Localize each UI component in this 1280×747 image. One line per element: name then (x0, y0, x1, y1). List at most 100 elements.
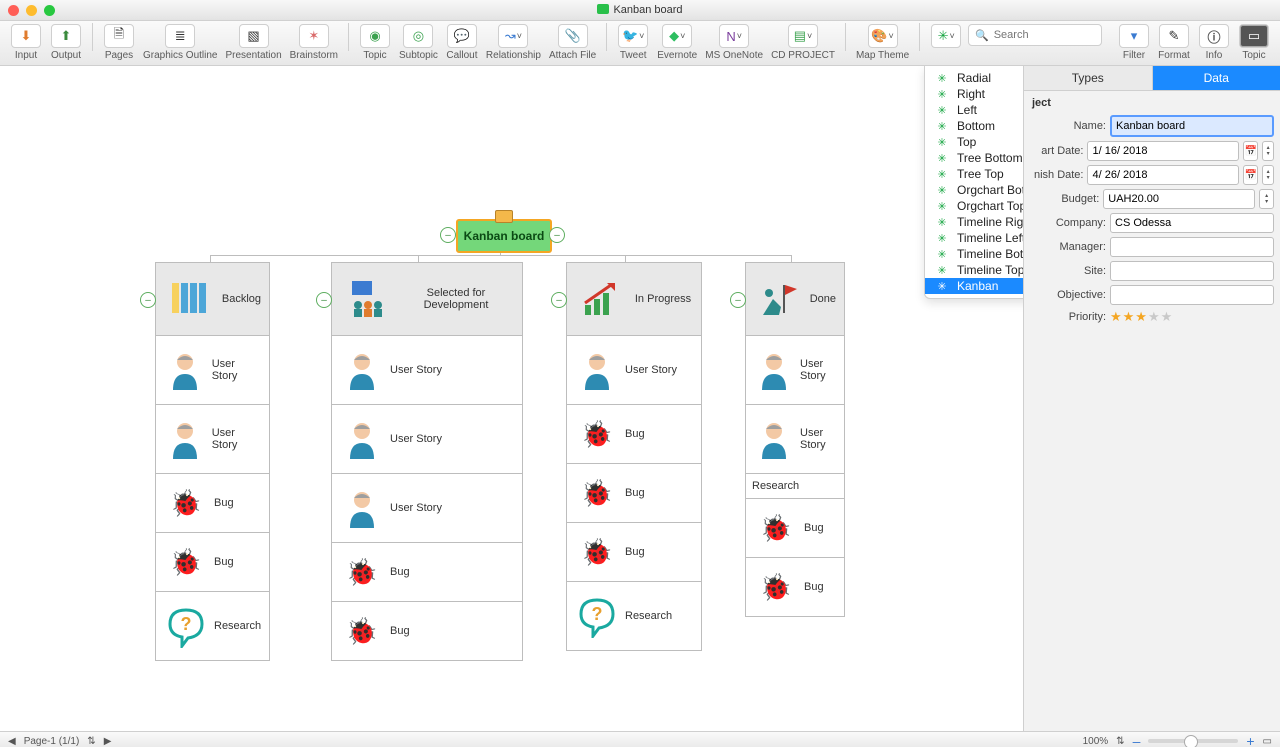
tab-types[interactable]: Types (1024, 66, 1153, 90)
collapse-handle-right[interactable]: – (549, 227, 565, 243)
layout-menu-item[interactable]: ✳Bottom (925, 118, 1023, 134)
subtopic-button[interactable]: ◎Subtopic (395, 21, 442, 61)
objective-input[interactable] (1110, 285, 1274, 305)
topic-button[interactable]: ◉Topic (355, 21, 395, 61)
finish-date-input[interactable] (1087, 165, 1239, 185)
callout-button[interactable]: 💬Callout (442, 21, 482, 61)
column-header[interactable]: In Progress (566, 262, 702, 336)
filter-button[interactable]: ▾Filter (1114, 21, 1154, 61)
prev-page-button[interactable]: ◀ (8, 736, 16, 747)
topic-panel-button[interactable]: ▭Topic (1234, 21, 1274, 61)
column-backlog[interactable]: BacklogUser StoryUser Story🐞Bug🐞Bug?Rese… (155, 262, 270, 661)
collapse-backlog[interactable]: – (140, 292, 156, 308)
card[interactable]: 🐞Bug (155, 474, 270, 533)
finish-date-spinner[interactable] (1262, 165, 1274, 185)
zoom-stepper[interactable]: ⇅ (1116, 736, 1124, 747)
pages-button[interactable]: 🗎Pages (99, 21, 139, 61)
layout-menu-item[interactable]: ✳Timeline Top (925, 262, 1023, 278)
layout-menu-item[interactable]: ✳Timeline Bottom (925, 246, 1023, 262)
column-done[interactable]: DoneUser StoryUser StoryResearch🐞Bug🐞Bug (745, 262, 845, 617)
tweet-button[interactable]: 🐦˅Tweet (613, 21, 653, 61)
layout-menu-item[interactable]: ✳Orgchart Top (925, 198, 1023, 214)
layout-menu-item[interactable]: ✳Timeline Right (925, 214, 1023, 230)
relationship-button[interactable]: ↝˅Relationship (482, 21, 545, 61)
card[interactable]: ?Research (155, 592, 270, 661)
layout-menu-item[interactable]: ✳Kanban (925, 278, 1023, 294)
zoom-slider[interactable] (1148, 739, 1238, 743)
layout-menu-item[interactable]: ✳Tree Bottom (925, 150, 1023, 166)
card[interactable]: 🐞Bug (331, 543, 523, 602)
cd-project-button[interactable]: ▤˅CD PROJECT (767, 21, 839, 61)
map-theme-button[interactable]: 🎨˅Map Theme (852, 21, 913, 61)
card[interactable]: 🐞Bug (745, 499, 845, 558)
fit-button[interactable]: ▭ (1263, 736, 1272, 747)
finish-date-calendar-button[interactable]: 📅 (1243, 165, 1258, 185)
budget-input[interactable] (1103, 189, 1255, 209)
evernote-button[interactable]: ◆˅Evernote (653, 21, 701, 61)
card[interactable]: User Story (331, 336, 523, 405)
window-close-button[interactable] (8, 5, 19, 16)
card[interactable]: User Story (745, 405, 845, 474)
card[interactable]: ?Research (566, 582, 702, 651)
tab-data[interactable]: Data (1153, 66, 1280, 90)
window-zoom-button[interactable] (44, 5, 55, 16)
layout-menu-item[interactable]: ✳Tree Top (925, 166, 1023, 182)
card[interactable]: 🐞Bug (331, 602, 523, 661)
column-inprogress[interactable]: In ProgressUser Story🐞Bug🐞Bug🐞Bug?Resear… (566, 262, 702, 651)
company-input[interactable] (1110, 213, 1274, 233)
attach-file-button[interactable]: 📎Attach File (545, 21, 600, 61)
presentation-button[interactable]: ▧Presentation (221, 21, 285, 61)
start-date-calendar-button[interactable]: 📅 (1243, 141, 1258, 161)
start-date-input[interactable] (1087, 141, 1239, 161)
start-date-spinner[interactable] (1262, 141, 1274, 161)
zoom-in-button[interactable]: + (1246, 733, 1254, 747)
brainstorm-button[interactable]: ✶Brainstorm (286, 21, 342, 61)
card-research-header[interactable]: Research (745, 474, 845, 499)
manager-input[interactable] (1110, 237, 1274, 257)
column-header[interactable]: Done (745, 262, 845, 336)
collapse-done[interactable]: – (730, 292, 746, 308)
name-input[interactable] (1110, 115, 1274, 137)
search-field[interactable]: 🔍 (968, 24, 1102, 46)
next-page-button[interactable]: ▶ (104, 736, 112, 747)
layout-menu-item[interactable]: ✳Orgchart Bottom (925, 182, 1023, 198)
card[interactable]: 🐞Bug (745, 558, 845, 617)
graphics-outline-button[interactable]: ≣Graphics Outline (139, 21, 221, 61)
layout-menu-item[interactable]: ✳Left (925, 102, 1023, 118)
root-topic[interactable]: Kanban board (456, 219, 552, 253)
collapse-handle-left[interactable]: – (440, 227, 456, 243)
layout-dropdown-button[interactable]: ✳˅ (926, 21, 966, 61)
window-minimize-button[interactable] (26, 5, 37, 16)
column-selected[interactable]: Selected for DevelopmentUser StoryUser S… (331, 262, 523, 661)
page-stepper[interactable]: ⇅ (87, 736, 95, 747)
canvas[interactable]: Kanban board – – BacklogUser StoryUser S… (0, 66, 1023, 731)
card[interactable]: User Story (566, 336, 702, 405)
card[interactable]: User Story (745, 336, 845, 405)
card[interactable]: User Story (331, 405, 523, 474)
search-input[interactable] (992, 28, 1095, 42)
input-button[interactable]: ⬇Input (6, 21, 46, 61)
info-button[interactable]: ⓘInfo (1194, 21, 1234, 61)
card[interactable]: 🐞Bug (566, 464, 702, 523)
site-input[interactable] (1110, 261, 1274, 281)
card[interactable]: User Story (155, 405, 270, 474)
layout-menu-item[interactable]: ✳Right (925, 86, 1023, 102)
card[interactable]: User Story (155, 336, 270, 405)
collapse-inprogress[interactable]: – (551, 292, 567, 308)
layout-menu-item[interactable]: ✳Radial (925, 70, 1023, 86)
page-indicator[interactable]: Page-1 (1/1) (24, 736, 80, 747)
output-button[interactable]: ⬆Output (46, 21, 86, 61)
column-header[interactable]: Selected for Development (331, 262, 523, 336)
priority-stars[interactable]: ★★★★★ (1110, 309, 1173, 325)
card[interactable]: 🐞Bug (155, 533, 270, 592)
card[interactable]: 🐞Bug (566, 405, 702, 464)
onenote-button[interactable]: N˅MS OneNote (701, 21, 767, 61)
card[interactable]: 🐞Bug (566, 523, 702, 582)
layout-menu-item[interactable]: ✳Top (925, 134, 1023, 150)
collapse-selected[interactable]: – (316, 292, 332, 308)
zoom-out-button[interactable]: – (1133, 733, 1141, 747)
format-button[interactable]: ✎Format (1154, 21, 1194, 61)
layout-menu-item[interactable]: ✳Timeline Left (925, 230, 1023, 246)
budget-spinner[interactable] (1259, 189, 1274, 209)
column-header[interactable]: Backlog (155, 262, 270, 336)
